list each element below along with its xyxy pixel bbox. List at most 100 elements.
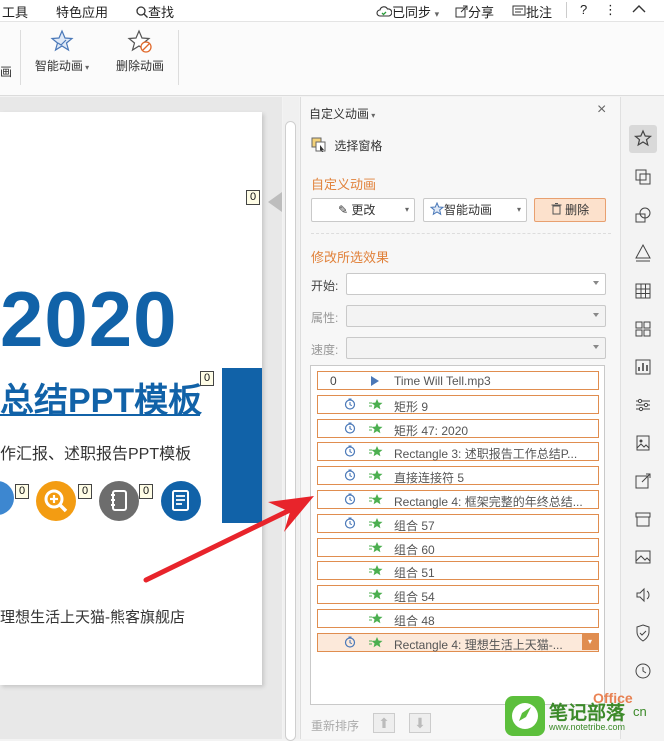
animation-list-item[interactable]: 组合 60 (317, 537, 599, 558)
slide-footer: 理想生活上天猫-熊客旗舰店 (0, 609, 185, 626)
animation-list-item[interactable]: 组合 48 (317, 609, 599, 628)
select-pane-icon (311, 137, 326, 152)
grid-layout-icon[interactable] (629, 315, 657, 343)
entrance-effect-icon (368, 636, 384, 653)
reorder-label: 重新排序 (311, 719, 360, 733)
ribbon-divider (20, 30, 21, 85)
menu-search[interactable]: 查找 (136, 2, 174, 21)
speed-select[interactable] (346, 337, 606, 359)
start-select[interactable] (346, 273, 606, 295)
animation-order: 0 (330, 374, 337, 388)
comment-icon (512, 5, 526, 16)
watermark: Office 笔记部落 cn www.notetribe.com (505, 690, 664, 739)
panel-header-label: 自定义动画 (309, 107, 370, 121)
delete-animation-button[interactable]: 删除动画 (112, 28, 168, 74)
slide-scrollbar[interactable] (283, 97, 299, 741)
search-label: 查找 (148, 5, 175, 20)
audio-icon[interactable] (629, 581, 657, 609)
animation-item-label: 组合 54 (394, 590, 435, 605)
animation-tag: 0 (246, 190, 260, 205)
animation-list-item[interactable]: Rectangle 3: 述职报告工作总结P... (317, 442, 599, 462)
image-gallery-icon[interactable] (629, 429, 657, 457)
comment-button[interactable]: 批注 (512, 2, 552, 21)
panel-header[interactable]: 自定义动画 ▾ (309, 105, 375, 122)
watermark-text: 笔记部落 (549, 703, 626, 724)
slide-transition-icon[interactable] (629, 163, 657, 191)
comment-label: 批注 (526, 5, 553, 20)
delete-button[interactable]: 删除 (534, 198, 606, 222)
animation-list-item[interactable]: 0 Time Will Tell.mp3 (317, 371, 599, 390)
animation-list-item[interactable]: Rectangle 4: 理想生活上天猫-... ▾ (317, 632, 599, 653)
smart-animation-dropdown[interactable]: 智能动画 ▾ (423, 198, 527, 222)
animation-item-label: 组合 51 (394, 566, 435, 581)
move-down-button[interactable]: ⬇ (409, 713, 431, 733)
menu-tools[interactable]: 工具 (2, 2, 28, 21)
animation-list-item[interactable]: 组合 51 (317, 561, 599, 581)
menu-special-apps[interactable]: 特色应用 (56, 2, 108, 21)
animation-tag: 0 (78, 484, 92, 499)
speed-label: 速度: (311, 343, 339, 357)
pane-splitter-arrow[interactable] (268, 192, 282, 212)
animation-item-label: 矩形 47: 2020 (394, 423, 469, 438)
history-icon[interactable] (629, 657, 657, 685)
picture-icon[interactable] (629, 543, 657, 571)
smart-animation-button[interactable]: 智能动画 ▾ (32, 28, 92, 74)
chart-icon[interactable] (629, 353, 657, 381)
entrance-effect-icon (368, 541, 384, 558)
animation-list-item[interactable]: 矩形 47: 2020 (317, 418, 599, 438)
timer-icon (344, 469, 356, 484)
table-icon[interactable] (629, 277, 657, 305)
animation-item-label: 直接连接符 5 (394, 471, 465, 486)
sync-status[interactable]: 已同步 ▾ (376, 2, 439, 21)
item-dropdown-button[interactable]: ▾ (582, 633, 598, 650)
animation-item-label: Rectangle 3: 述职报告工作总结P... (394, 447, 578, 462)
settings-sliders-icon[interactable] (629, 391, 657, 419)
export-icon[interactable] (629, 467, 657, 495)
entrance-effect-icon (368, 564, 384, 581)
animation-item-label: 矩形 9 (394, 399, 429, 414)
shape-icon[interactable] (629, 201, 657, 229)
right-toolbar (620, 97, 664, 739)
change-button[interactable]: ✎ 更改 ▾ (311, 198, 415, 222)
animation-item-label: Time Will Tell.mp3 (394, 374, 491, 388)
animation-list-item[interactable]: Rectangle 4: 框架完整的年终总结... (317, 490, 599, 509)
share-icon (455, 5, 468, 18)
slide[interactable]: 2020 总结PPT模板 作汇报、述职报告PPT模板 0 0 0 0 理想生活上… (0, 112, 262, 685)
help-button[interactable]: ? (580, 2, 587, 17)
timer-icon (344, 398, 356, 413)
animation-list-item[interactable]: 组合 57 (317, 513, 599, 534)
share-button[interactable]: 分享 (455, 2, 494, 21)
watermark-cn: cn (633, 704, 647, 719)
property-select[interactable] (346, 305, 606, 327)
entrance-effect-icon (368, 517, 384, 534)
close-icon[interactable]: × (597, 101, 606, 119)
search-icon (136, 6, 148, 18)
fill-icon[interactable] (629, 239, 657, 267)
animation-list-item[interactable]: 组合 54 (317, 585, 599, 605)
entrance-effect-icon (368, 398, 384, 415)
divider (311, 233, 611, 234)
animation-item-label: Rectangle 4: 理想生活上天猫-... (394, 637, 563, 652)
more-button[interactable]: ⋮ (604, 2, 617, 18)
collapse-ribbon-button[interactable] (632, 2, 646, 17)
property-label: 属性: (311, 311, 339, 325)
notebook-icon (99, 481, 139, 521)
select-pane-button[interactable]: 选择窗格 (311, 137, 382, 154)
shield-icon[interactable] (629, 619, 657, 647)
archive-icon[interactable] (629, 505, 657, 533)
move-up-button[interactable]: ⬆ (373, 713, 395, 733)
entrance-effect-icon (368, 445, 384, 462)
animation-item-label: 组合 48 (394, 614, 435, 628)
star-icon (429, 201, 445, 216)
animation-tag: 0 (15, 484, 29, 499)
animation-list-item[interactable]: 矩形 9 (317, 394, 599, 415)
play-icon (370, 375, 380, 390)
animation-list-item[interactable]: 直接连接符 5 (317, 466, 599, 486)
chevron-up-icon (632, 5, 646, 13)
animation-tag: 0 (200, 371, 214, 386)
animation-list[interactable]: 0 Time Will Tell.mp3 矩形 9 矩形 47: 2020 Rectan… (310, 365, 605, 705)
animation-pane-icon[interactable] (629, 125, 657, 153)
scrollbar-thumb[interactable] (285, 121, 296, 741)
trash-icon (551, 203, 562, 215)
ribbon-partial-button[interactable]: 画 (0, 63, 12, 80)
